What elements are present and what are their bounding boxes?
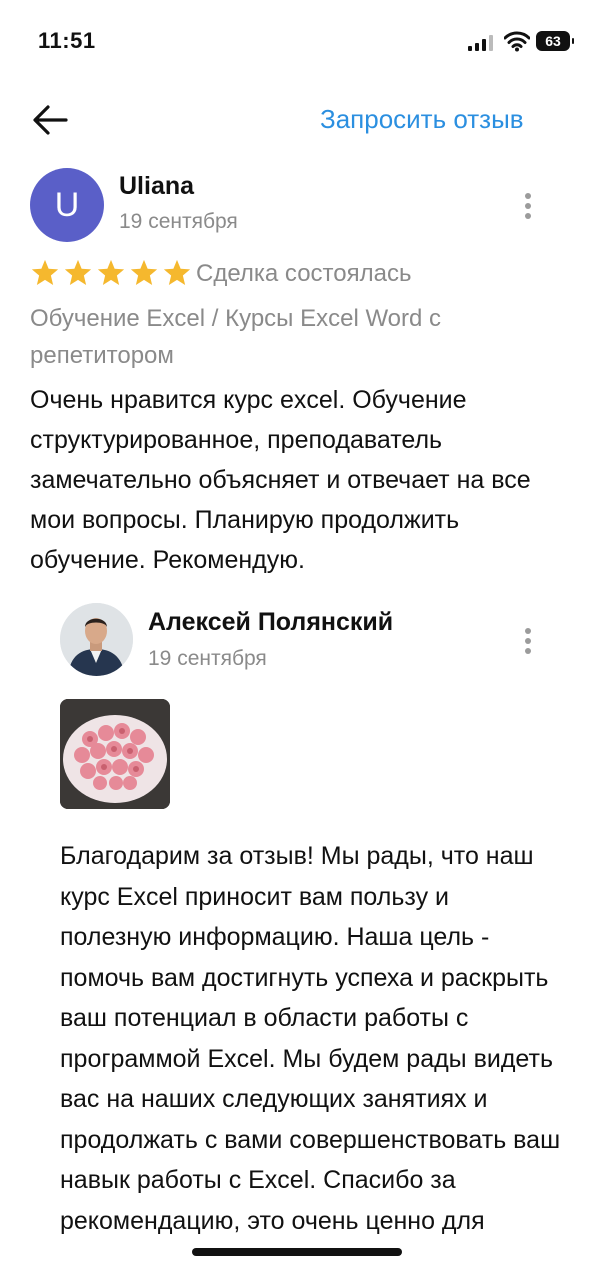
star-icon (163, 259, 191, 285)
reply-more-options-icon[interactable] (518, 628, 538, 664)
star-icon (31, 259, 59, 285)
star-icon (97, 259, 125, 285)
replier-avatar (60, 603, 133, 676)
star-icon (130, 259, 158, 285)
avatar: U (30, 168, 104, 242)
star-icon (64, 259, 92, 285)
deal-status: Сделка состоялась (196, 260, 412, 287)
status-time: 11:51 (38, 28, 96, 53)
service-name: Обучение Excel / Курсы Excel Word с репе… (30, 305, 442, 369)
review-text: Очень нравится курс excel. Обучение стру… (30, 386, 531, 574)
reply-date: 19 сентября (148, 647, 267, 670)
star-rating (30, 258, 192, 292)
review-author: Uliana (119, 172, 195, 200)
replier-name: Алексей Полянский (148, 608, 394, 636)
request-review-button[interactable]: Запросить отзыв (320, 104, 524, 135)
back-arrow-icon[interactable] (30, 100, 70, 140)
home-indicator[interactable] (192, 1248, 402, 1256)
more-options-icon[interactable] (518, 193, 538, 229)
battery-icon: 63 (536, 31, 574, 51)
signal-icon (468, 35, 494, 51)
reply-text: Благодарим за отзыв! Мы рады, что наш ку… (60, 842, 561, 1235)
review-date: 19 сентября (119, 210, 238, 233)
wifi-icon (504, 31, 530, 52)
attached-photo[interactable] (60, 699, 170, 809)
